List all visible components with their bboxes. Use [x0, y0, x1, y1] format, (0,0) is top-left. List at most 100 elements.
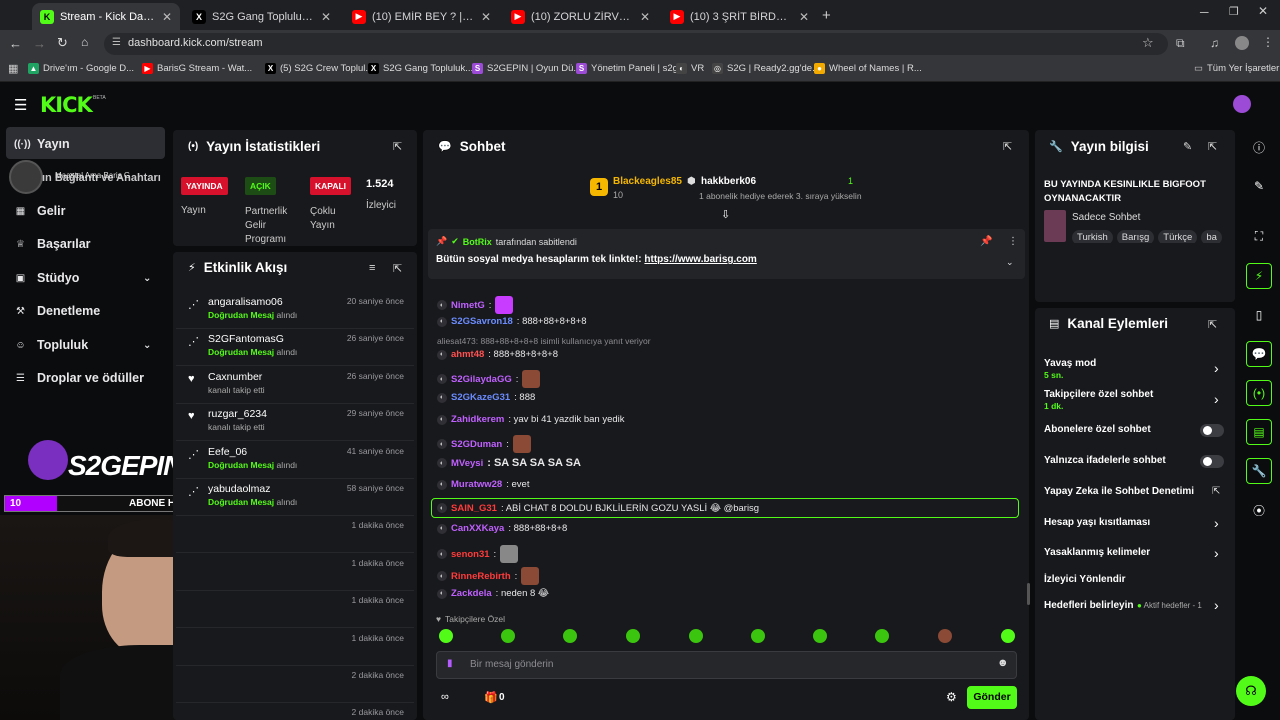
tab-close-icon[interactable]: ✕	[321, 10, 331, 24]
gift-box-icon[interactable]: 🎁	[484, 691, 498, 704]
emote-icon[interactable]	[1001, 629, 1015, 643]
activity-event[interactable]: 2 dakika önce	[176, 666, 414, 703]
info-icon[interactable]: ⓘ	[1246, 134, 1272, 160]
chat-message[interactable]: ◐ Muratww28: evet	[437, 479, 529, 490]
edit-icon[interactable]: ✎	[1183, 140, 1192, 153]
activity-event[interactable]: ♥ Caxnumber kanalı takip etti 26 saniye önc…	[176, 367, 414, 404]
broadcast-rail-icon[interactable]: (•)	[1246, 380, 1272, 406]
channel-action-row[interactable]: Takipçilere özel sohbet 1 dk.	[1044, 389, 1153, 411]
chat-message[interactable]: ◐ MVeysi: SA SA SA SA SA	[437, 457, 581, 469]
chat-username[interactable]: S2GKazeG31	[451, 392, 510, 403]
emote-icon[interactable]	[751, 629, 765, 643]
actions-rail-icon[interactable]: ▤	[1246, 419, 1272, 445]
chat-username[interactable]: RinneRebirth	[451, 571, 511, 582]
chat-scrollbar[interactable]	[1027, 583, 1030, 605]
browser-tab[interactable]: ▶ (10) 3 ŞRİT BİRDEN! Türkiye'd... ✕	[662, 3, 817, 30]
chat-message[interactable]: ◐ SAIN_G31: ABİ CHAT 8 DOLDU BJKLİLERİN G…	[431, 498, 1019, 518]
user-avatar[interactable]	[1233, 95, 1251, 113]
browser-tab[interactable]: X S2G Gang Topluluk / X ✕	[184, 3, 339, 30]
tag-chip[interactable]: Türkçe	[1158, 230, 1198, 243]
bookmark-item[interactable]: ◐ VR	[676, 63, 704, 74]
activity-event[interactable]: 1 dakika önce	[176, 629, 414, 666]
chat-message[interactable]: ◐ S2GilaydaGG:	[437, 370, 541, 388]
emote-icon[interactable]	[501, 629, 515, 643]
chat-username[interactable]: MVeysi	[451, 458, 483, 469]
chat-message[interactable]: ◐ NimetG:	[437, 296, 514, 314]
chat-username[interactable]: ahmt48	[451, 349, 484, 360]
channel-points-icon[interactable]: ∞	[441, 691, 449, 703]
bookmark-item[interactable]: ◎ S2G | Ready2.gg'de...	[712, 63, 820, 74]
new-tab-button[interactable]: +	[822, 7, 831, 24]
kick-logo[interactable]: KICK	[40, 93, 93, 117]
bookmark-item[interactable]: S S2GEPIN | Oyun Dü...	[472, 63, 581, 74]
bookmark-item[interactable]: S Yönetim Paneli | s2g...	[576, 63, 686, 74]
activity-event[interactable]: ⋰ Eefe_06 Doğrudan Mesaj alındı 41 saniye ö…	[176, 442, 414, 479]
tab-close-icon[interactable]: ✕	[640, 10, 650, 24]
chat-username[interactable]: Zahidkerem	[451, 414, 504, 425]
filter-icon[interactable]: ≡	[369, 262, 375, 274]
chat-message[interactable]: ◐ S2GSavron18: 888+88+8+8+8	[437, 316, 587, 327]
scroll-chevron-icon[interactable]: ⇩	[721, 208, 730, 221]
send-button[interactable]: Gönder	[967, 686, 1017, 709]
chat-popout-icon[interactable]: ⇱	[1003, 140, 1012, 153]
channel-action-row[interactable]: Yapay Zeka ile Sohbet Denetimi	[1044, 486, 1194, 497]
tag-chip[interactable]: ba	[1201, 230, 1222, 243]
unpin-icon[interactable]: 📌	[980, 236, 992, 247]
stream-info-popout-icon[interactable]: ⇱	[1208, 140, 1217, 153]
activity-event[interactable]: 1 dakika önce	[176, 516, 414, 554]
emote-icon[interactable]	[938, 629, 952, 643]
chevron-right-icon[interactable]: ›	[1214, 597, 1219, 613]
channel-action-row[interactable]: İzleyici Yönlendir	[1044, 574, 1126, 585]
chat-message[interactable]: ◐ Zahidkerem: yav bi 41 yazdik ban yedik	[437, 414, 625, 425]
chat-username[interactable]: NimetG	[451, 300, 485, 311]
chat-username[interactable]: CanXXKaya	[451, 523, 504, 534]
quick-action-icon[interactable]: ⚡	[1246, 263, 1272, 289]
sidebar-item[interactable]: ▦ Gelir	[14, 204, 66, 218]
emote-icon[interactable]	[563, 629, 577, 643]
emote-icon[interactable]	[626, 629, 640, 643]
mic-icon[interactable]: ▮	[447, 658, 453, 669]
bookmark-item[interactable]: X (5) S2G Crew Toplul...	[265, 63, 373, 74]
chat-input-box[interactable]: ▮ Bir mesaj gönderin ☻	[436, 651, 1017, 679]
sidebar-item[interactable]: ((·)) Yayın	[14, 137, 70, 151]
chevron-right-icon[interactable]: ›	[1214, 515, 1219, 531]
sidebar-item[interactable]: ▣ Stüdyo ⌄	[14, 271, 152, 285]
emote-icon[interactable]	[875, 629, 889, 643]
tag-chip[interactable]: Barışg	[1116, 230, 1155, 243]
chat-settings-icon[interactable]: ⚙	[946, 690, 957, 704]
activity-popout-icon[interactable]: ⇱	[393, 262, 402, 275]
chat-username[interactable]: Muratww28	[451, 479, 502, 490]
activity-rail-icon[interactable]: ⦿	[1246, 497, 1272, 523]
chat-username[interactable]: S2GDuman	[451, 439, 502, 450]
browser-tab[interactable]: K Stream - Kick Dashboard ✕	[32, 3, 180, 30]
chat-message[interactable]: ◐ ahmt48: 888+88+8+8+8	[437, 349, 558, 360]
restore-button[interactable]: ❐	[1229, 5, 1239, 18]
chat-username[interactable]: Zackdela	[451, 588, 492, 599]
toggle-switch[interactable]	[1200, 424, 1224, 437]
all-bookmarks-folder[interactable]: ▭ Tüm Yer İşaretleri	[1194, 63, 1280, 74]
chat-username[interactable]: S2GilaydaGG	[451, 374, 512, 385]
chat-message[interactable]: ◐ CanXXKaya: 888+88+8+8	[437, 523, 567, 534]
tab-close-icon[interactable]: ✕	[799, 10, 809, 24]
chat-rail-icon[interactable]: 💬	[1246, 341, 1272, 367]
forward-icon[interactable]: →	[33, 36, 46, 51]
browser-tab[interactable]: ▶ (10) EMİR BEY ? | Madara Olduğ... ✕	[344, 3, 499, 30]
chevron-right-icon[interactable]: ›	[1214, 360, 1219, 376]
bookmark-item[interactable]: ▶ BarisG Stream - Wat...	[142, 63, 252, 74]
chat-username[interactable]: SAIN_G31	[451, 503, 497, 514]
recipient-name[interactable]: hakkberk06	[701, 176, 756, 187]
sidebar-item[interactable]: ⚒ Denetleme	[14, 304, 100, 318]
pin-menu-icon[interactable]: ⋮	[1008, 236, 1018, 247]
pin-expand-icon[interactable]: ⌄	[1006, 257, 1014, 268]
site-info-icon[interactable]: ☰	[112, 37, 121, 48]
tab-close-icon[interactable]: ✕	[481, 10, 491, 24]
bookmark-item[interactable]: ▲ Drive'ım - Google D...	[28, 63, 134, 74]
activity-event[interactable]: 2 dakika önce	[176, 703, 414, 720]
chat-username[interactable]: S2GSavron18	[451, 316, 513, 327]
external-link-icon[interactable]: ⇱	[1212, 486, 1220, 497]
activity-event[interactable]: 1 dakika önce	[176, 554, 414, 591]
chevron-right-icon[interactable]: ›	[1214, 545, 1219, 561]
activity-event[interactable]: ♥ ruzgar_6234 kanalı takip etti 29 saniye ö…	[176, 404, 414, 442]
channel-actions-popout-icon[interactable]: ⇱	[1208, 318, 1217, 331]
tools-rail-icon[interactable]: 🔧	[1246, 458, 1272, 484]
